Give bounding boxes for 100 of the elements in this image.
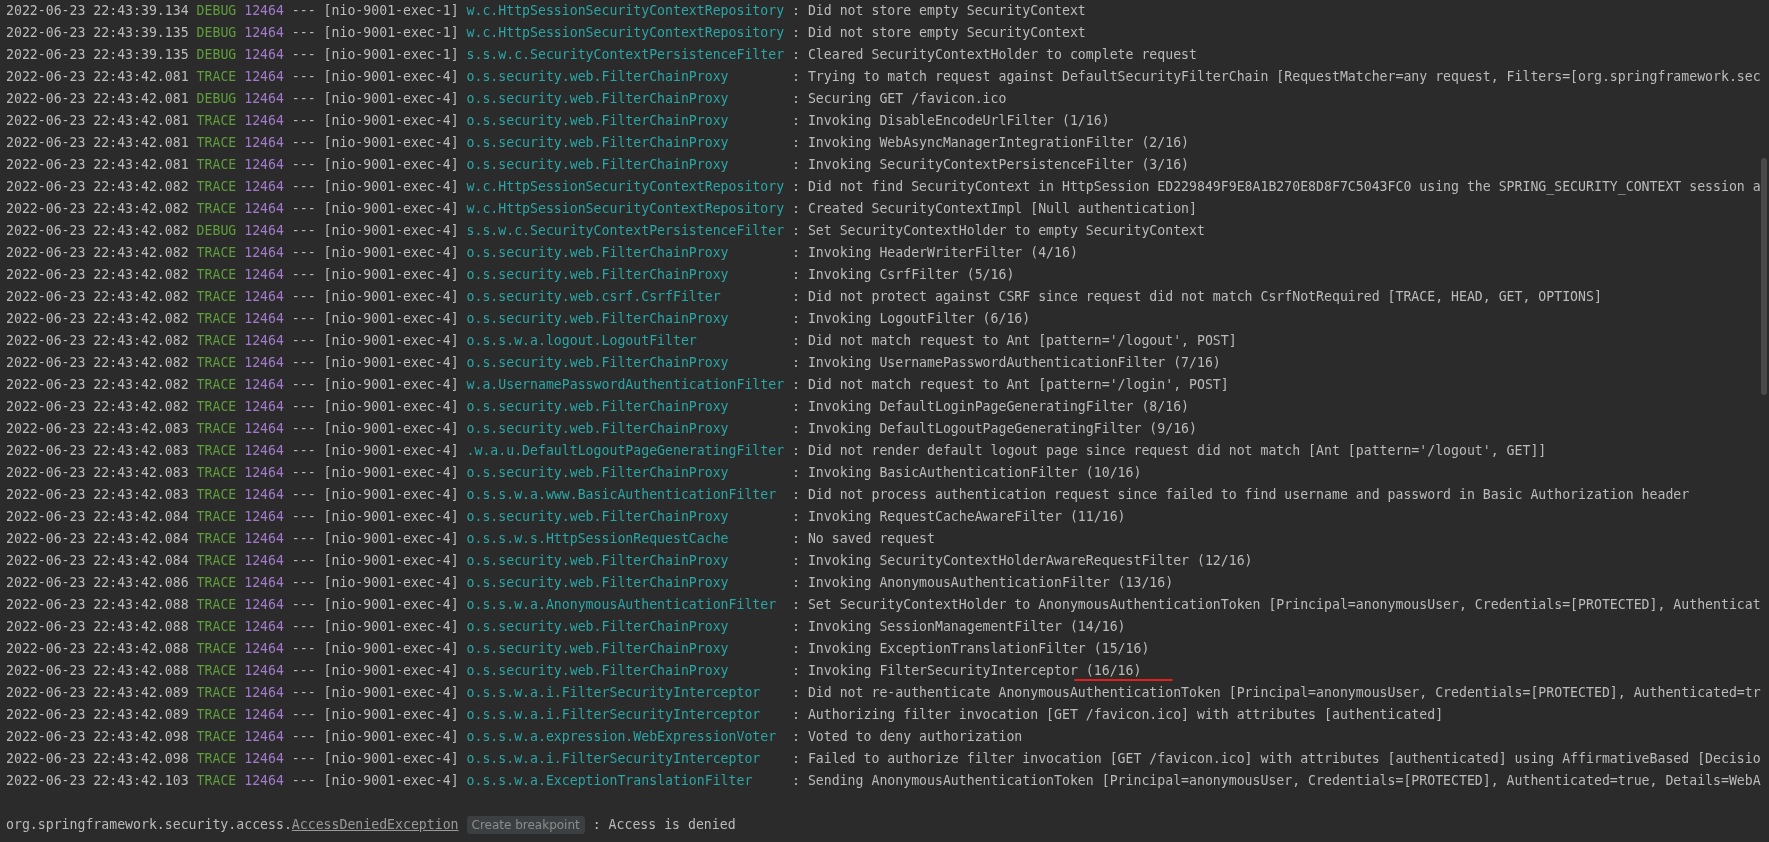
logger-name: o.s.security.web.csrf.CsrfFilter xyxy=(466,288,722,306)
timestamp: 2022-06-23 22:43:42.082 xyxy=(6,310,189,328)
timestamp: 2022-06-23 22:43:39.134 xyxy=(6,2,189,20)
timestamp: 2022-06-23 22:43:42.082 xyxy=(6,398,189,416)
process-id: 12464 xyxy=(244,442,284,460)
process-id: 12464 xyxy=(244,662,284,680)
separator-text: --- xyxy=(291,112,316,130)
log-message: : Cleared SecurityContextHolder to complete request xyxy=(792,47,1197,62)
log-level: DEBUG xyxy=(196,222,237,240)
log-message: : Invoking UsernamePasswordAuthenticationFilter (7/16) xyxy=(792,355,1221,370)
timestamp: 2022-06-23 22:43:42.082 xyxy=(6,288,189,306)
process-id: 12464 xyxy=(244,420,284,438)
logger-name: o.s.security.web.FilterChainProxy xyxy=(466,266,730,284)
timestamp: 2022-06-23 22:43:42.082 xyxy=(6,266,189,284)
separator-text: --- xyxy=(291,486,316,504)
logger-name: o.s.security.web.FilterChainProxy xyxy=(466,420,730,438)
thread-name: [nio-9001-exec-4] xyxy=(323,68,459,86)
log-message: : Invoking DisableEncodeUrlFilter (1/16) xyxy=(792,113,1110,128)
timestamp: 2022-06-23 22:43:42.081 xyxy=(6,112,189,130)
process-id: 12464 xyxy=(244,266,284,284)
log-message: : Invoking HeaderWriterFilter (4/16) xyxy=(792,245,1078,260)
timestamp: 2022-06-23 22:43:42.084 xyxy=(6,530,189,548)
separator-text: --- xyxy=(291,244,316,262)
separator-text: --- xyxy=(291,200,316,218)
separator-text: --- xyxy=(291,68,316,86)
log-level: TRACE xyxy=(196,574,237,592)
timestamp: 2022-06-23 22:43:42.083 xyxy=(6,486,189,504)
process-id: 12464 xyxy=(244,46,284,64)
logger-name: o.s.security.web.FilterChainProxy xyxy=(466,618,730,636)
timestamp: 2022-06-23 22:43:42.098 xyxy=(6,750,189,768)
logger-name: o.s.security.web.FilterChainProxy xyxy=(466,464,730,482)
log-message: : Invoking CsrfFilter (5/16) xyxy=(792,267,1015,282)
log-message: : Did not render default logout page since request did not match [Ant [pattern='/logout', GET]] xyxy=(792,443,1547,458)
scrollbar-thumb[interactable] xyxy=(1761,158,1767,395)
log-level: TRACE xyxy=(196,442,237,460)
timestamp: 2022-06-23 22:43:42.088 xyxy=(6,662,189,680)
log-level: TRACE xyxy=(196,728,237,746)
log-message: : Did not store empty SecurityContext xyxy=(792,25,1086,40)
logger-name: o.s.s.w.a.i.FilterSecurityInterceptor xyxy=(466,750,762,768)
separator-text: --- xyxy=(291,134,316,152)
logger-name: o.s.security.web.FilterChainProxy xyxy=(466,68,730,86)
log-level: TRACE xyxy=(196,596,237,614)
process-id: 12464 xyxy=(244,2,284,20)
timestamp: 2022-06-23 22:43:42.084 xyxy=(6,508,189,526)
log-level: TRACE xyxy=(196,134,237,152)
log-level: TRACE xyxy=(196,376,237,394)
log-level: TRACE xyxy=(196,486,237,504)
timestamp: 2022-06-23 22:43:42.083 xyxy=(6,442,189,460)
separator-text: --- xyxy=(291,508,316,526)
timestamp: 2022-06-23 22:43:42.103 xyxy=(6,772,189,790)
logger-name: o.s.security.web.FilterChainProxy xyxy=(466,112,730,130)
process-id: 12464 xyxy=(244,684,284,702)
log-message: : Securing GET /favicon.ico xyxy=(792,91,1007,106)
log-message: : No saved request xyxy=(792,531,935,546)
logger-name: o.s.s.w.a.expression.WebExpressionVoter xyxy=(466,728,778,746)
timestamp: 2022-06-23 22:43:42.089 xyxy=(6,684,189,702)
separator-text: --- xyxy=(291,640,316,658)
log-message: : Sending AnonymousAuthenticationToken [Principal=anonymousUser, Credentials=[PROTECTED], Authenticated=true, Details=WebA xyxy=(792,773,1761,788)
logger-name: s.s.w.c.SecurityContextPersistenceFilter xyxy=(466,222,785,240)
thread-name: [nio-9001-exec-4] xyxy=(323,618,459,636)
log-message: : Invoking SecurityContextPersistenceFilter (3/16) xyxy=(792,157,1190,172)
separator-text: --- xyxy=(291,464,316,482)
logger-name: o.s.security.web.FilterChainProxy xyxy=(466,552,730,570)
log-level: TRACE xyxy=(196,112,237,130)
thread-name: [nio-9001-exec-4] xyxy=(323,596,459,614)
create-breakpoint-hint[interactable]: Create breakpoint xyxy=(466,816,585,834)
separator-text: --- xyxy=(291,310,316,328)
log-level: DEBUG xyxy=(196,2,237,20)
log-level: TRACE xyxy=(196,530,237,548)
thread-name: [nio-9001-exec-4] xyxy=(323,530,459,548)
timestamp: 2022-06-23 22:43:42.083 xyxy=(6,420,189,438)
timestamp: 2022-06-23 22:43:39.135 xyxy=(6,46,189,64)
thread-name: [nio-9001-exec-4] xyxy=(323,288,459,306)
timestamp: 2022-06-23 22:43:42.089 xyxy=(6,706,189,724)
log-level: TRACE xyxy=(196,332,237,350)
exception-class-link[interactable]: AccessDeniedException xyxy=(291,814,459,836)
logger-name: o.s.s.w.a.AnonymousAuthenticationFilter xyxy=(466,596,778,614)
thread-name: [nio-9001-exec-4] xyxy=(323,508,459,526)
process-id: 12464 xyxy=(244,112,284,130)
thread-name: [nio-9001-exec-4] xyxy=(323,442,459,460)
log-message: : Authorizing filter invocation [GET /favicon.ico] with attributes [authenticated] xyxy=(792,707,1444,722)
log-message: : Invoking LogoutFilter (6/16) xyxy=(792,311,1031,326)
log-level: TRACE xyxy=(196,640,237,658)
separator-text: --- xyxy=(291,266,316,284)
log-level: TRACE xyxy=(196,662,237,680)
timestamp: 2022-06-23 22:43:42.084 xyxy=(6,552,189,570)
log-level: TRACE xyxy=(196,68,237,86)
logger-name: o.s.s.w.a.i.FilterSecurityInterceptor xyxy=(466,706,762,724)
logger-name: w.c.HttpSessionSecurityContextRepository xyxy=(466,200,785,218)
log-message: : Set SecurityContextHolder to AnonymousAuthenticationToken [Principal=anonymousUser, Credentials=[PROTECTED], Authenticat xyxy=(792,597,1761,612)
thread-name: [nio-9001-exec-4] xyxy=(323,486,459,504)
separator-text: --- xyxy=(291,552,316,570)
log-message: : Did not re-authenticate AnonymousAuthenticationToken [Principal=anonymousUser, Credentials=[PROTECTED], Authenticated=tr xyxy=(792,685,1761,700)
log-message: : Did not store empty SecurityContext xyxy=(792,3,1086,18)
thread-name: [nio-9001-exec-1] xyxy=(323,2,459,20)
separator-text: --- xyxy=(291,772,316,790)
separator-text: --- xyxy=(291,90,316,108)
log-level: TRACE xyxy=(196,464,237,482)
exception-message: : Access is denied xyxy=(592,816,736,834)
process-id: 12464 xyxy=(244,310,284,328)
